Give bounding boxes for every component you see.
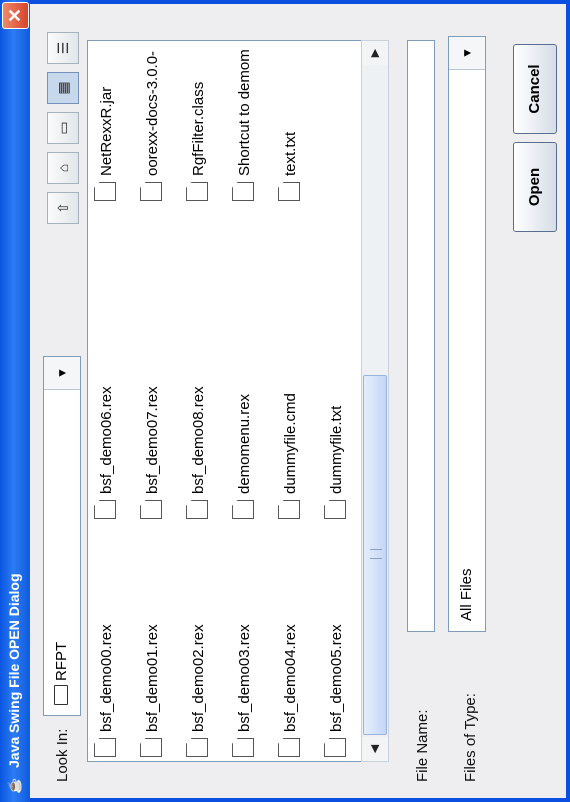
file-item[interactable]: bsf_demo07.rex	[140, 386, 166, 519]
file-item[interactable]: bsf_demo06.rex	[94, 386, 120, 519]
scroll-right-arrow-icon[interactable]: ▶	[362, 41, 388, 65]
files-of-type-label: Files of Type:	[462, 693, 479, 782]
file-list[interactable]: bsf_demo00.rex bsf_demo01.rex bsf_demo02…	[87, 40, 363, 762]
file-name-label: File Name:	[414, 709, 431, 782]
file-item[interactable]: bsf_demo04.rex	[278, 624, 304, 757]
file-open-dialog: ☕ Java Swing File OPEN Dialog ✕ Look In:…	[0, 0, 570, 802]
file-item[interactable]: dummyfile.cmd	[278, 393, 304, 519]
file-item[interactable]: bsf_demo02.rex	[186, 624, 212, 757]
file-icon	[186, 738, 208, 757]
file-item[interactable]: bsf_demo03.rex	[232, 624, 258, 757]
file-icon	[232, 182, 254, 201]
file-icon	[140, 500, 162, 519]
window-border-left	[30, 798, 570, 802]
file-icon	[94, 500, 116, 519]
file-item[interactable]: text.txt	[278, 132, 304, 201]
new-folder-icon[interactable]: ▭	[47, 112, 79, 144]
file-item[interactable]: demomenu.rex	[232, 394, 258, 519]
window-title: Java Swing File OPEN Dialog	[6, 573, 22, 769]
file-item[interactable]: NetRexxR.jar	[94, 87, 120, 201]
home-icon[interactable]: ⌂	[47, 152, 79, 184]
file-icon	[94, 738, 116, 757]
look-in-label: Look In:	[54, 728, 71, 782]
scroll-left-arrow-icon[interactable]: ◀	[362, 737, 388, 761]
file-item[interactable]: bsf_demo01.rex	[140, 624, 166, 757]
file-item[interactable]: dummyfile.txt	[324, 406, 350, 519]
horizontal-scrollbar[interactable]: ◀ ▶	[361, 40, 389, 762]
file-item[interactable]: oorexx-docs-3.0.0-	[140, 51, 166, 201]
look-in-combo[interactable]: RFPT ▼	[43, 356, 81, 716]
file-icon	[278, 182, 300, 201]
file-item[interactable]: bsf_demo00.rex	[94, 624, 120, 757]
file-icon	[278, 738, 300, 757]
look-in-value: RFPT	[53, 642, 70, 705]
folder-icon	[54, 685, 69, 705]
file-icon	[232, 500, 254, 519]
up-folder-icon[interactable]: ⇧	[47, 192, 79, 224]
file-item[interactable]: bsf_demo08.rex	[186, 386, 212, 519]
file-icon	[324, 738, 346, 757]
title-bar[interactable]: ☕ Java Swing File OPEN Dialog ✕	[0, 0, 30, 802]
scrollbar-grip-icon	[370, 549, 382, 559]
file-icon	[94, 182, 116, 201]
details-view-icon[interactable]: ☰	[47, 32, 79, 64]
file-icon	[324, 500, 346, 519]
file-icon	[140, 738, 162, 757]
file-item[interactable]: bsf_demo05.rex	[324, 624, 350, 757]
file-icon	[278, 500, 300, 519]
files-of-type-combo[interactable]: All Files ▼	[448, 36, 486, 632]
window-border-bottom	[566, 0, 570, 802]
window-border-right	[30, 0, 570, 4]
list-view-icon[interactable]: ▦	[47, 72, 79, 104]
file-item[interactable]: RgfFilter.class	[186, 82, 212, 201]
file-item[interactable]: Shortcut to demom	[232, 49, 258, 201]
file-icon	[140, 182, 162, 201]
file-icon	[186, 182, 208, 201]
cancel-button[interactable]: Cancel	[513, 44, 557, 134]
file-icon	[186, 500, 208, 519]
file-name-input[interactable]	[407, 40, 435, 632]
file-icon	[232, 738, 254, 757]
files-of-type-dropdown-arrow[interactable]: ▼	[449, 37, 485, 70]
java-cup-icon: ☕	[7, 777, 22, 794]
look-in-dropdown-arrow[interactable]: ▼	[44, 357, 80, 390]
look-in-text: RFPT	[53, 641, 70, 681]
scrollbar-thumb[interactable]	[363, 375, 387, 735]
files-of-type-value: All Files	[458, 568, 475, 621]
close-button[interactable]: ✕	[2, 2, 29, 29]
open-button[interactable]: Open	[513, 142, 557, 232]
